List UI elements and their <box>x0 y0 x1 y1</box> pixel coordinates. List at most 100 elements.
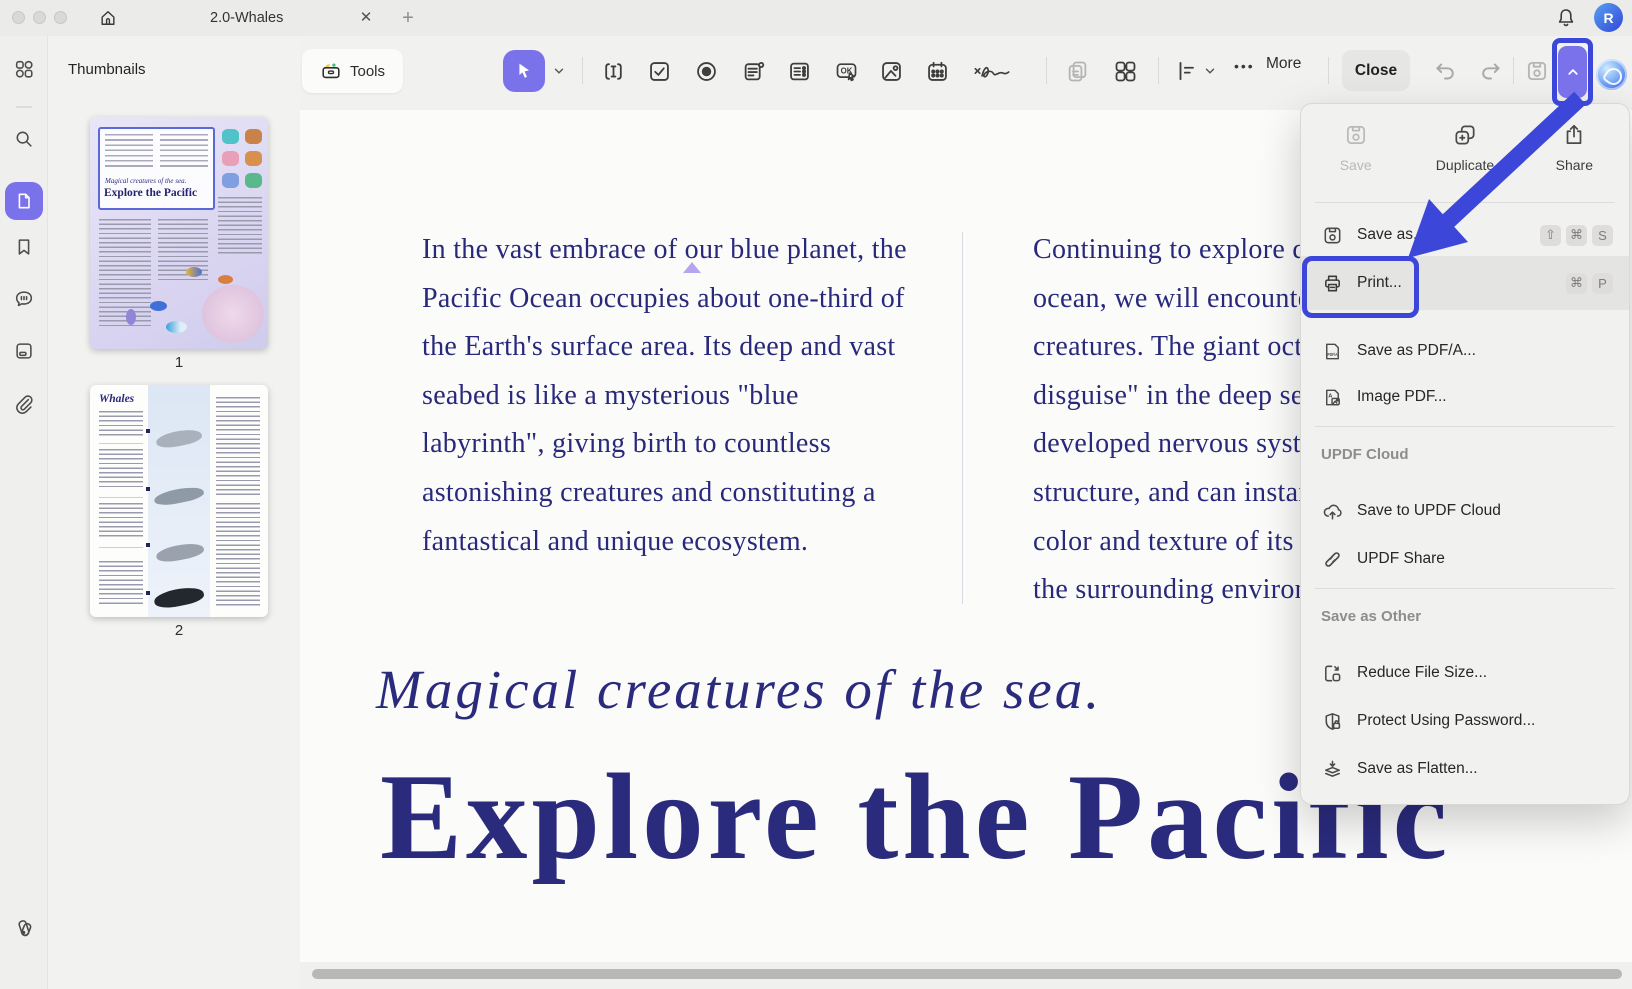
menu-item-save-as-flatten[interactable]: Save as Flatten... <box>1301 746 1629 792</box>
fish-image <box>150 301 167 311</box>
pdfa-icon: PDF/A <box>1321 340 1344 363</box>
redo-icon[interactable] <box>1478 58 1504 84</box>
page1-viewport-outline: Magical creatures of the sea. Explore th… <box>98 127 215 210</box>
document-right-column: Continuing to explore de ocean, we will … <box>1033 226 1319 615</box>
coral-image <box>222 151 239 166</box>
coral-image <box>222 129 239 144</box>
svg-text:PDF/A: PDF/A <box>1328 351 1339 356</box>
cursor-icon <box>513 60 535 82</box>
horizontal-scrollbar[interactable] <box>312 969 1622 979</box>
tools-button[interactable]: Tools <box>302 49 403 93</box>
menu-item-save-to-updf-cloud[interactable]: Save to UPDF Cloud <box>1301 488 1629 534</box>
toolbar-divider <box>1328 57 1329 84</box>
coral-image <box>245 173 262 188</box>
alignment-tool-icon[interactable] <box>1174 58 1200 84</box>
avatar[interactable]: R <box>1594 3 1623 32</box>
link-icon <box>1321 548 1344 571</box>
save-menu-toggle-button[interactable] <box>1558 46 1587 98</box>
menu-divider <box>1315 588 1615 589</box>
notifications-bell-icon[interactable] <box>1554 6 1578 30</box>
date-field-tool-icon[interactable] <box>924 58 951 85</box>
menu-item-reduce-file-size[interactable]: Reduce File Size... <box>1301 650 1629 696</box>
tab-close-icon[interactable]: ✕ <box>356 8 376 28</box>
document-left-column: In the vast embrace of our blue planet, … <box>422 226 907 566</box>
menu-action-save[interactable]: Save <box>1301 122 1410 173</box>
rail-divider <box>16 106 32 108</box>
copy-pages-icon[interactable] <box>1064 58 1091 85</box>
traffic-light-minimize[interactable] <box>33 11 46 24</box>
coral-photo <box>202 285 264 343</box>
menu-item-save-as[interactable]: Save as... ⇧ ⌘ S <box>1301 212 1629 258</box>
home-icon <box>98 8 118 28</box>
menu-item-save-as-pdfa[interactable]: PDF/A Save as PDF/A... <box>1301 328 1629 374</box>
whale-bullet <box>146 591 150 595</box>
search-icon[interactable] <box>13 128 35 150</box>
menu-action-duplicate[interactable]: Duplicate <box>1410 122 1519 173</box>
save-dropdown-menu: Save Duplicate Share Save as... ⇧ ⌘ S Pr <box>1300 103 1630 805</box>
select-tool-button[interactable] <box>503 50 545 92</box>
shortcut-key: ⇧ <box>1540 225 1561 246</box>
whale-bullet <box>146 429 150 433</box>
updf-ai-assistant-icon[interactable] <box>1596 59 1627 90</box>
text-field-tool-icon[interactable] <box>600 58 627 85</box>
page-number-2: 2 <box>90 622 268 639</box>
page2-text <box>216 397 260 495</box>
menu-item-protect-using-password[interactable]: Protect Using Password... <box>1301 698 1629 744</box>
share-icon <box>1561 122 1587 148</box>
whale-bullet <box>146 487 150 491</box>
form-fields-icon[interactable] <box>13 340 35 362</box>
page1-mini-subtitle: Magical creatures of the sea. <box>105 177 186 185</box>
save-as-icon <box>1321 224 1344 247</box>
fish-image <box>186 267 202 277</box>
password-shield-icon <box>1321 710 1344 733</box>
apps-grid-icon[interactable] <box>13 58 35 80</box>
tools-label: Tools <box>350 63 385 80</box>
checkbox-tool-icon[interactable] <box>646 58 673 85</box>
traffic-light-zoom[interactable] <box>54 11 67 24</box>
menu-action-share[interactable]: Share <box>1520 122 1629 173</box>
document-subtitle: Magical creatures of the sea. <box>376 658 1102 721</box>
page-number-1: 1 <box>90 354 268 371</box>
whale-bullet <box>146 543 150 547</box>
attachments-paperclip-icon[interactable] <box>13 393 35 415</box>
reduce-file-size-icon <box>1321 662 1344 685</box>
dropdown-field-tool-icon[interactable] <box>740 58 767 85</box>
menu-item-image-pdf[interactable]: A Image PDF... <box>1301 374 1629 420</box>
cloud-upload-icon <box>1321 500 1344 523</box>
more-button[interactable]: More <box>1266 55 1301 73</box>
traffic-light-close[interactable] <box>12 11 25 24</box>
signature-tool-icon[interactable] <box>972 58 1012 85</box>
select-tool-chevron-icon[interactable] <box>552 64 566 78</box>
shortcut-key: ⌘ <box>1566 273 1587 294</box>
close-button[interactable]: Close <box>1342 50 1410 91</box>
page-thumbnail-1[interactable]: Magical creatures of the sea. Explore th… <box>90 117 268 349</box>
radio-button-tool-icon[interactable] <box>693 58 720 85</box>
alignment-chevron-icon[interactable] <box>1203 64 1217 78</box>
menu-divider <box>1315 426 1615 427</box>
page-thumbnail-2[interactable]: Whales <box>90 385 268 617</box>
page-grid-view-icon[interactable] <box>1112 58 1139 85</box>
image-tool-icon[interactable] <box>878 58 905 85</box>
list-box-tool-icon[interactable] <box>786 58 813 85</box>
more-dots-icon[interactable]: ••• <box>1234 58 1255 74</box>
home-button[interactable] <box>92 3 124 33</box>
thumbnails-header: Thumbnails <box>68 61 146 78</box>
swatches-icon[interactable] <box>13 916 37 940</box>
ok-button-tool-icon[interactable]: OK <box>833 58 860 85</box>
shortcut-key: P <box>1592 273 1613 294</box>
new-tab-button[interactable]: + <box>396 6 420 30</box>
page2-mini-title: Whales <box>99 393 134 405</box>
bookmarks-icon[interactable] <box>13 236 35 258</box>
sidebar-item-thumbnails[interactable] <box>5 182 43 220</box>
save-icon[interactable] <box>1524 58 1550 84</box>
page1-text-column <box>218 197 262 255</box>
image-pdf-icon: A <box>1321 386 1344 409</box>
undo-icon[interactable] <box>1432 58 1458 84</box>
flatten-layers-icon <box>1321 758 1344 781</box>
tab-title[interactable]: 2.0-Whales <box>210 0 283 36</box>
comments-icon[interactable] <box>13 288 35 310</box>
menu-item-updf-share[interactable]: UPDF Share <box>1301 536 1629 582</box>
shortcut-key: ⌘ <box>1566 225 1587 246</box>
document-title: Explore the Pacific <box>380 746 1451 888</box>
coral-image <box>245 151 262 166</box>
